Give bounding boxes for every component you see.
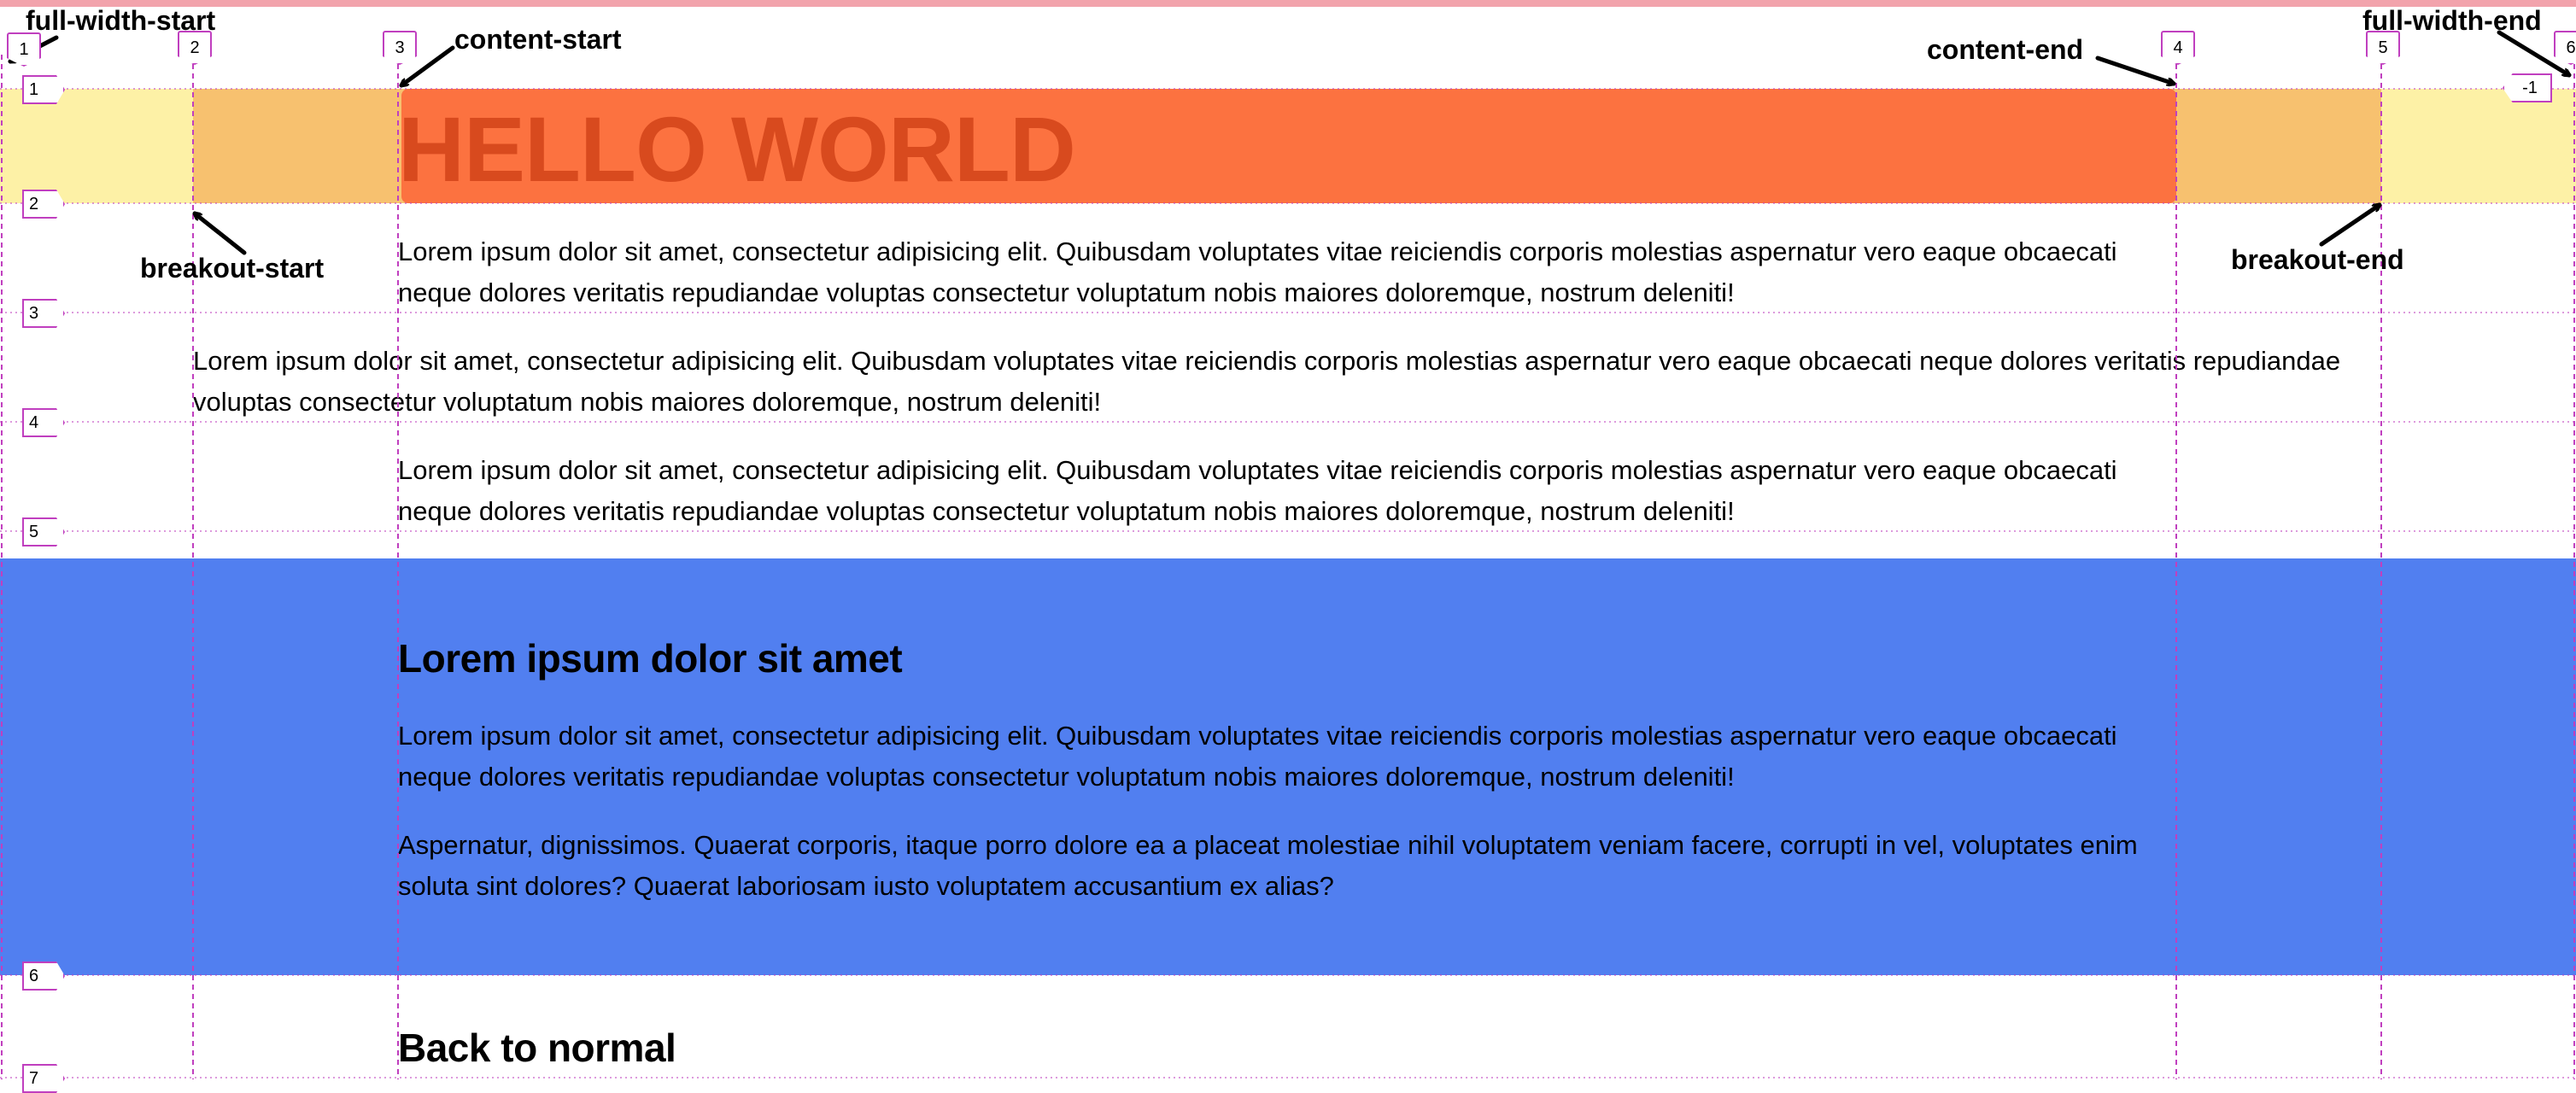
breakout-start-arrow — [195, 213, 247, 255]
section-heading: Lorem ipsum dolor sit amet — [398, 636, 903, 681]
back-to-normal-heading: Back to normal — [398, 1026, 676, 1070]
row-line-badge: 3 — [22, 299, 65, 328]
column-line-badge: 6 — [2554, 31, 2576, 65]
column-line-badge: 2 — [178, 31, 212, 65]
content-end-arrow — [2095, 56, 2174, 84]
content-end-label: content-end — [1927, 34, 2084, 65]
full-width-end-label: full-width-end — [2362, 5, 2542, 36]
column-line-badge-negative: -1 — [2503, 73, 2552, 102]
breakout-paragraph: Lorem ipsum dolor sit amet, consectetur … — [193, 346, 2341, 417]
content-paragraph: Lorem ipsum dolor sit amet, consectetur … — [398, 455, 2117, 526]
hero-title: HELLO WORLD — [398, 97, 1076, 201]
breakout-end-arrow — [2319, 205, 2380, 247]
content-paragraph: Lorem ipsum dolor sit amet, consectetur … — [398, 237, 2117, 307]
content-start-label: content-start — [454, 24, 622, 55]
column-line-badge: 3 — [383, 31, 417, 65]
full-width-start-label: full-width-start — [26, 5, 216, 36]
row-line-badge: 2 — [22, 190, 65, 219]
row-line-badge: 7 — [22, 1064, 65, 1093]
row-line-badge: 4 — [22, 408, 65, 437]
column-line-badge: 1 — [7, 32, 41, 67]
breakout-end-label: breakout-end — [2231, 244, 2404, 275]
row-line-badge: 6 — [22, 961, 65, 991]
column-line-badge: 4 — [2161, 31, 2195, 65]
row-line-badge: 5 — [22, 517, 65, 546]
column-line-badge: 5 — [2366, 31, 2400, 65]
breakout-start-label: breakout-start — [140, 253, 325, 283]
section-paragraph: Aspernatur, dignissimos. Quaerat corpori… — [398, 830, 2138, 901]
row-line-badge: 1 — [22, 75, 65, 104]
section-paragraph: Lorem ipsum dolor sit amet, consectetur … — [398, 721, 2117, 792]
top-accent-bar — [0, 0, 2576, 7]
